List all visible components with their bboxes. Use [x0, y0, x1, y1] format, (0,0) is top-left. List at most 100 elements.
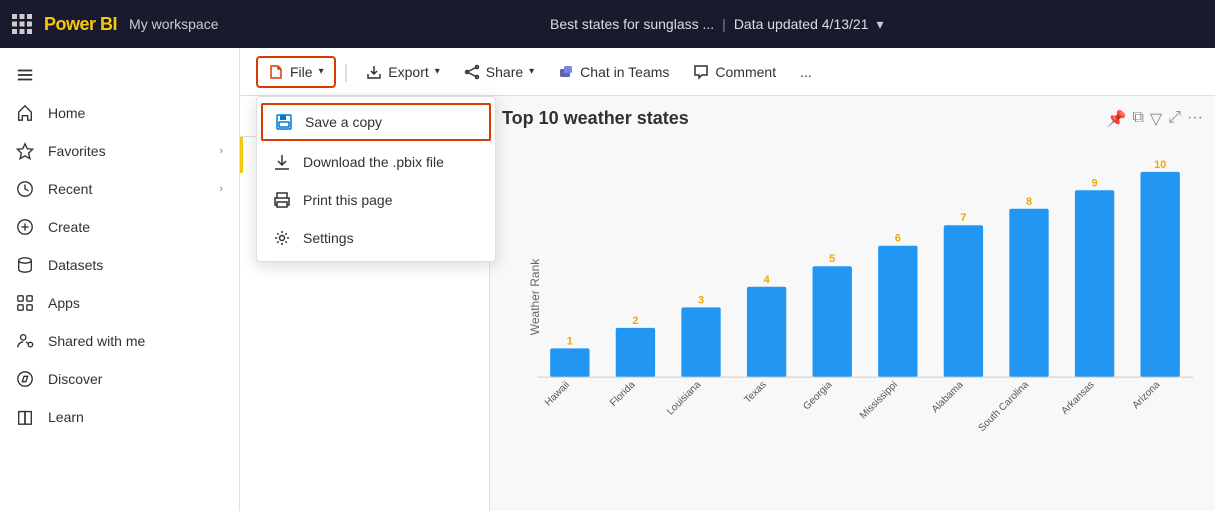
settings-icon [273, 229, 291, 247]
print-label: Print this page [303, 192, 393, 208]
sidebar-item-recent[interactable]: Recent › [0, 170, 239, 208]
file-icon [268, 64, 284, 80]
sidebar-item-datasets[interactable]: Datasets [0, 246, 239, 284]
file-chevron-icon: ▾ [319, 66, 324, 77]
download-icon [273, 153, 291, 171]
teams-icon [558, 64, 574, 80]
cylinder-icon [16, 256, 34, 274]
chart-more-icon[interactable]: ··· [1187, 109, 1203, 129]
svg-text:Florida: Florida [608, 379, 638, 409]
svg-text:South Carolina: South Carolina [977, 379, 1032, 434]
bar-chart: Weather Rank 1Hawaii2Florida3Louisiana4T… [502, 137, 1203, 457]
sidebar: Home Favorites › Recent › [0, 48, 240, 511]
chart-area: Top 10 weather states 📌 ⧉ ▽ ⤢ ··· Weathe… [490, 96, 1215, 511]
save-copy-icon [275, 113, 293, 131]
book-icon [16, 408, 34, 426]
sidebar-shared-label: Shared with me [48, 333, 223, 349]
settings-label: Settings [303, 230, 354, 246]
share-chevron-icon: ▾ [529, 66, 534, 77]
y-axis-label: Weather Rank [528, 259, 542, 335]
svg-text:6: 6 [895, 233, 901, 245]
svg-text:2: 2 [632, 315, 638, 327]
sidebar-item-learn[interactable]: Learn [0, 398, 239, 436]
sidebar-item-discover[interactable]: Discover [0, 360, 239, 398]
svg-text:1: 1 [567, 335, 573, 347]
svg-text:10: 10 [1154, 159, 1166, 171]
print-item[interactable]: Print this page [257, 181, 495, 219]
svg-text:5: 5 [829, 253, 835, 265]
svg-text:9: 9 [1092, 177, 1098, 189]
compass-icon [16, 370, 34, 388]
home-icon [16, 104, 34, 122]
sidebar-learn-label: Learn [48, 409, 223, 425]
star-icon [16, 142, 34, 160]
sidebar-favorites-label: Favorites [48, 143, 205, 159]
sidebar-datasets-label: Datasets [48, 257, 223, 273]
toolbar: File ▾ | Export ▾ Share ▾ [240, 48, 1215, 96]
save-copy-label: Save a copy [305, 114, 382, 130]
download-label: Download the .pbix file [303, 154, 444, 170]
export-button[interactable]: Export ▾ [356, 58, 450, 86]
chart-svg: 1Hawaii2Florida3Louisiana4Texas5Georgia6… [502, 137, 1203, 457]
svg-text:Arkansas: Arkansas [1059, 379, 1096, 416]
expand-icon[interactable]: ⤢ [1168, 109, 1181, 129]
sidebar-create-label: Create [48, 219, 223, 235]
clock-icon [16, 180, 34, 198]
share-button[interactable]: Share ▾ [454, 58, 544, 86]
center-info: Best states for sunglass ... | Data upda… [231, 16, 1204, 33]
svg-text:Arizona: Arizona [1131, 379, 1163, 411]
chat-in-teams-button[interactable]: Chat in Teams [548, 58, 679, 86]
chart-title: Top 10 weather states [502, 108, 689, 129]
chart-title-row: Top 10 weather states 📌 ⧉ ▽ ⤢ ··· [502, 108, 1203, 129]
export-chevron-icon: ▾ [435, 66, 440, 77]
more-button[interactable]: ... [790, 58, 822, 86]
top-nav: Power BI My workspace Best states for su… [0, 0, 1215, 48]
sidebar-item-create[interactable]: Create [0, 208, 239, 246]
comment-icon [693, 64, 709, 80]
sidebar-item-shared[interactable]: Shared with me [0, 322, 239, 360]
sidebar-discover-label: Discover [48, 371, 223, 387]
sidebar-collapse-button[interactable] [0, 56, 239, 94]
main-layout: Home Favorites › Recent › [0, 48, 1215, 511]
sidebar-item-home[interactable]: Home [0, 94, 239, 132]
comment-button[interactable]: Comment [683, 58, 786, 86]
print-icon [273, 191, 291, 209]
chart-title-icons: 📌 ⧉ ▽ ⤢ ··· [1107, 109, 1203, 129]
sidebar-nav: Home Favorites › Recent › [0, 48, 239, 444]
save-copy-item[interactable]: Save a copy [261, 103, 491, 141]
grid-icon[interactable] [12, 14, 32, 34]
sidebar-item-favorites[interactable]: Favorites › [0, 132, 239, 170]
report-title: Best states for sunglass ... [550, 16, 714, 32]
svg-text:7: 7 [960, 212, 966, 224]
filter-icon[interactable]: ▽ [1150, 109, 1162, 129]
favorites-chevron-icon: › [219, 145, 223, 157]
sidebar-item-apps[interactable]: Apps [0, 284, 239, 322]
sidebar-home-label: Home [48, 105, 223, 121]
file-dropdown: Save a copy Download the .pbix file Prin… [256, 96, 496, 262]
sidebar-apps-label: Apps [48, 295, 223, 311]
copy-icon[interactable]: ⧉ [1132, 109, 1143, 129]
file-button[interactable]: File ▾ [256, 56, 336, 88]
download-pbix-item[interactable]: Download the .pbix file [257, 143, 495, 181]
svg-text:Hawaii: Hawaii [543, 379, 572, 408]
svg-text:4: 4 [764, 274, 771, 286]
separator: | [722, 16, 726, 32]
sidebar-recent-label: Recent [48, 181, 205, 197]
plus-circle-icon [16, 218, 34, 236]
svg-text:Louisiana: Louisiana [665, 379, 703, 417]
toolbar-sep-1: | [344, 63, 349, 81]
data-updated-chevron[interactable]: ▾ [876, 16, 883, 33]
workspace-label[interactable]: My workspace [129, 16, 218, 32]
svg-text:8: 8 [1026, 196, 1032, 208]
export-icon [366, 64, 382, 80]
svg-text:Texas: Texas [742, 379, 768, 405]
share-icon [464, 64, 480, 80]
recent-chevron-icon: › [219, 183, 223, 195]
svg-text:Alabama: Alabama [930, 379, 966, 415]
data-updated: Data updated 4/13/21 [734, 16, 869, 32]
pin-icon[interactable]: 📌 [1107, 109, 1127, 129]
logo: Power BI [44, 14, 117, 35]
settings-item[interactable]: Settings [257, 219, 495, 257]
svg-text:3: 3 [698, 294, 704, 306]
svg-text:Mississippi: Mississippi [858, 379, 900, 421]
